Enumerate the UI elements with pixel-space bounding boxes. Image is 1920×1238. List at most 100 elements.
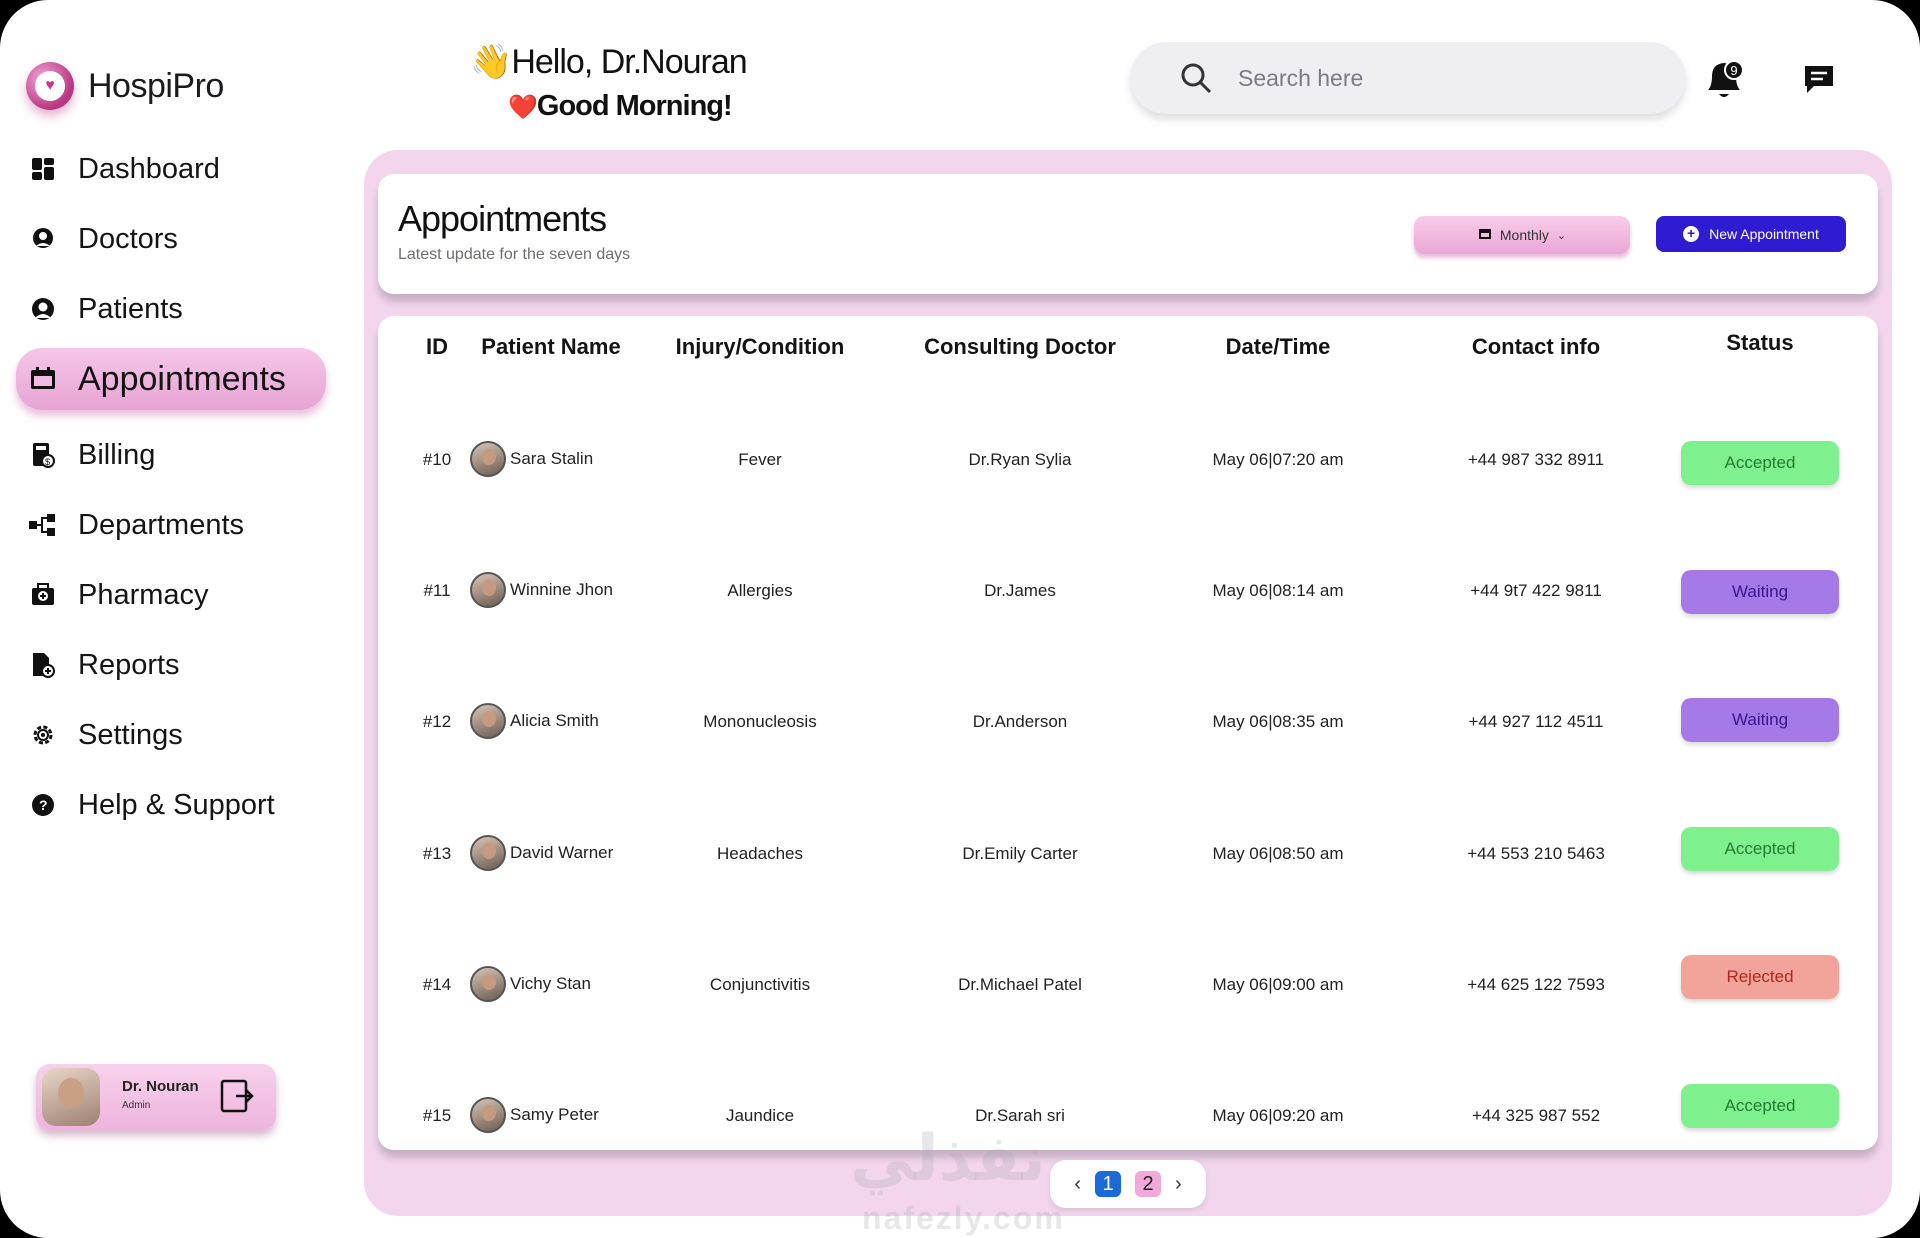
gear-icon (28, 720, 58, 750)
column-header-id: ID (426, 334, 448, 359)
row-id: #12 (422, 712, 452, 731)
search-icon (1180, 62, 1212, 94)
sidebar-item-label: Appointments (78, 359, 286, 398)
page-1-button[interactable]: 1 (1095, 1171, 1121, 1197)
patient-name: Sara Stalin (510, 449, 594, 468)
new-appointment-button[interactable]: + New Appointment (1656, 216, 1846, 252)
page-2-button[interactable]: 2 (1135, 1171, 1161, 1197)
appointments-header: Appointments Latest update for the seven… (378, 174, 1878, 294)
sidebar-item-label: Help & Support (78, 788, 275, 821)
contact: +44 553 210 5463 (1467, 844, 1605, 863)
patient-avatar (470, 966, 506, 1002)
datetime: May 06|08:50 am (1212, 844, 1344, 863)
column-header-patient: Patient Name (481, 334, 621, 359)
patient-avatar (470, 703, 506, 739)
patient-cell: Samy Peter (470, 1097, 599, 1133)
contact: +44 987 332 8911 (1467, 450, 1605, 469)
pagination: ‹ 1 2 › (1050, 1160, 1206, 1208)
sidebar-item-doctors[interactable]: Doctors (16, 210, 326, 268)
page-title: Appointments (398, 198, 607, 239)
patient-name: Vichy Stan (510, 974, 591, 993)
patient-avatar (470, 835, 506, 871)
sidebar-item-label: Settings (78, 718, 183, 751)
column-header-datetime: Date/Time (1225, 334, 1331, 359)
profile-card[interactable]: Dr. Nouran Admin (36, 1064, 276, 1130)
contact: +44 9t7 422 9811 (1470, 581, 1602, 600)
sidebar-item-patients[interactable]: Patients (16, 280, 326, 338)
chevron-right-icon[interactable]: › (1175, 1173, 1182, 1196)
dashboard-icon (28, 154, 58, 184)
patient-name: David Warner (510, 843, 614, 862)
chat-icon[interactable] (1802, 62, 1836, 96)
patient-avatar (470, 1097, 506, 1133)
sidebar-item-label: Patients (78, 292, 183, 325)
patient-cell: Winnine Jhon (470, 572, 613, 608)
condition: Fever (738, 450, 782, 469)
doctor: Dr.Emily Carter (962, 844, 1078, 863)
sidebar-item-departments[interactable]: Departments (16, 496, 326, 554)
column-header-condition: Injury/Condition (675, 334, 845, 359)
calendar-icon (28, 364, 58, 394)
datetime: May 06|08:35 am (1212, 712, 1344, 731)
row-id: #10 (422, 450, 452, 469)
pharmacy-icon (28, 580, 58, 610)
search-input[interactable] (1238, 60, 1638, 96)
patient-avatar (470, 441, 506, 477)
sidebar-item-label: Reports (78, 648, 180, 681)
row-id: #13 (422, 844, 452, 863)
condition: Conjunctivitis (709, 975, 811, 994)
brand[interactable]: ♥ HospiPro (26, 62, 224, 110)
greeting-text: Hello, Dr.Nouran (511, 43, 747, 81)
patient-cell: Vichy Stan (470, 966, 591, 1002)
condition: Mononucleosis (703, 712, 817, 731)
status-badge[interactable]: Rejected (1681, 955, 1839, 999)
svg-text:$: $ (45, 457, 50, 467)
status-badge[interactable]: Waiting (1681, 698, 1839, 742)
patient-name: Samy Peter (510, 1105, 599, 1124)
doctor: Dr.Anderson (972, 712, 1068, 731)
datetime: May 06|09:20 am (1212, 1106, 1344, 1125)
chevron-down-icon: ⌄ (1556, 229, 1567, 242)
brand-name: HospiPro (88, 66, 224, 105)
column-header-doctor: Consulting Doctor (924, 334, 1116, 359)
sidebar-item-pharmacy[interactable]: Pharmacy (16, 566, 326, 624)
patient-name: Alicia Smith (510, 711, 599, 730)
chevron-left-icon[interactable]: ‹ (1074, 1173, 1081, 1196)
greeting: 👋Hello, Dr.Nouran (470, 42, 748, 82)
sidebar-item-dashboard[interactable]: Dashboard (16, 140, 326, 198)
patient-cell: Sara Stalin (470, 441, 593, 477)
sidebar-item-settings[interactable]: Settings (16, 706, 326, 764)
status-badge[interactable]: Waiting (1681, 570, 1839, 614)
page-subtitle: Latest update for the seven days (398, 246, 631, 263)
sidebar-item-help[interactable]: ? Help & Support (16, 776, 326, 834)
sidebar-item-label: Doctors (78, 222, 178, 255)
row-id: #15 (422, 1106, 452, 1125)
contact: +44 325 987 552 (1471, 1106, 1601, 1125)
departments-icon (28, 510, 58, 540)
watermark-latin: nafezly.com (862, 1200, 1065, 1236)
profile-name: Dr. Nouran (122, 1078, 199, 1095)
sidebar-item-appointments[interactable]: Appointments (16, 348, 326, 410)
logout-icon[interactable] (220, 1078, 254, 1114)
condition: Jaundice (725, 1106, 795, 1125)
calendar-small-icon (1478, 227, 1492, 243)
sidebar-item-billing[interactable]: $ Billing (16, 426, 326, 484)
billing-icon: $ (28, 440, 58, 470)
row-id: #11 (423, 581, 451, 600)
search-bar[interactable] (1130, 42, 1686, 114)
sidebar-item-label: Pharmacy (78, 578, 209, 611)
doctor-icon (28, 224, 58, 254)
sidebar-item-label: Dashboard (78, 152, 220, 185)
doctor: Dr.Michael Patel (958, 975, 1082, 994)
datetime: May 06|09:00 am (1212, 975, 1344, 994)
datetime: May 06|08:14 am (1212, 581, 1344, 600)
sidebar-item-reports[interactable]: Reports (16, 636, 326, 694)
patient-icon (28, 294, 58, 324)
doctor: Dr.Ryan Sylia (968, 450, 1072, 469)
status-badge[interactable]: Accepted (1681, 1084, 1839, 1128)
status-badge[interactable]: Accepted (1681, 827, 1839, 871)
monthly-filter-dropdown[interactable]: Monthly ⌄ (1414, 216, 1630, 254)
subgreeting: ❤️Good Morning! (508, 90, 733, 123)
status-badge[interactable]: Accepted (1681, 441, 1839, 485)
brand-logo-icon: ♥ (26, 62, 74, 110)
